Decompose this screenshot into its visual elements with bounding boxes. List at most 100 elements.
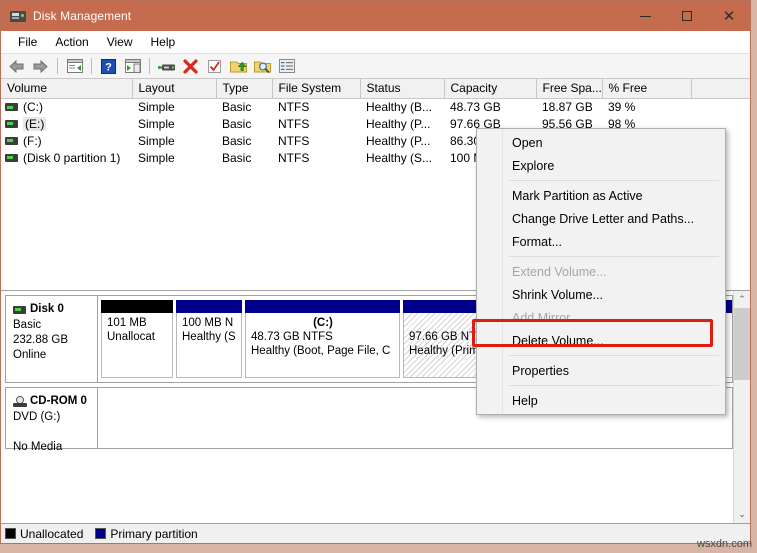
cell-type: Basic — [216, 98, 272, 115]
context-menu-item-format[interactable]: Format... — [477, 230, 725, 253]
column-header-free-space[interactable]: Free Spa... — [536, 79, 602, 98]
partition-c-drive[interactable]: (C:) 48.73 GB NTFS Healthy (Boot, Page F… — [245, 300, 400, 378]
disk-icon — [13, 306, 26, 314]
partition-unallocated[interactable]: 101 MB Unallocat — [101, 300, 173, 378]
folder-up-icon[interactable] — [227, 55, 250, 77]
forward-arrow-icon[interactable] — [29, 55, 52, 77]
partition-line1: 48.73 GB NTFS — [251, 330, 395, 344]
column-header-volume[interactable]: Volume — [1, 79, 132, 98]
partition-bar — [245, 300, 400, 313]
svg-text:?: ? — [105, 61, 112, 73]
cell-status: Healthy (S... — [360, 149, 444, 166]
cell-type: Basic — [216, 149, 272, 166]
rescan-disks-icon[interactable] — [155, 55, 178, 77]
partition-system-reserved[interactable]: 100 MB N Healthy (S — [176, 300, 242, 378]
menu-item-view[interactable]: View — [98, 33, 142, 51]
show-hide-action-pane-icon[interactable] — [121, 55, 144, 77]
cell-volume: (Disk 0 partition 1) — [1, 149, 132, 166]
disk0-type: Basic — [13, 318, 91, 333]
partition-bar — [176, 300, 242, 313]
volume-icon — [5, 103, 18, 111]
cdrom0-info[interactable]: CD-ROM 0 DVD (G:) No Media — [6, 388, 98, 448]
check-icon[interactable] — [203, 55, 226, 77]
partition-line2: Unallocat — [107, 330, 168, 344]
volume-icon — [5, 120, 18, 128]
context-menu-item-open[interactable]: Open — [477, 131, 725, 154]
context-menu-item-mark-partition-as-active[interactable]: Mark Partition as Active — [477, 184, 725, 207]
cell-layout: Simple — [132, 132, 216, 149]
column-header-percent-free[interactable]: % Free — [602, 79, 691, 98]
close-icon: ✕ — [723, 9, 736, 24]
scrollbar-track[interactable] — [734, 308, 750, 506]
cell-status: Healthy (P... — [360, 132, 444, 149]
cell-layout: Simple — [132, 149, 216, 166]
column-header-layout[interactable]: Layout — [132, 79, 216, 98]
context-menu-separator-4 — [509, 385, 719, 386]
context-menu-item-explore[interactable]: Explore — [477, 154, 725, 177]
cell-percent-free: 39 % — [602, 98, 691, 115]
partition-body: (C:) 48.73 GB NTFS Healthy (Boot, Page F… — [245, 313, 400, 378]
legend-item-unallocated: Unallocated — [5, 527, 83, 541]
toolbar-separator-2 — [91, 58, 92, 74]
cell-layout: Simple — [132, 115, 216, 132]
close-button[interactable]: ✕ — [708, 1, 750, 31]
column-header-blank[interactable] — [691, 79, 750, 98]
context-menu-separator-1 — [509, 180, 719, 181]
unallocated-swatch — [5, 528, 16, 539]
cell-status: Healthy (B... — [360, 98, 444, 115]
cell-type: Basic — [216, 115, 272, 132]
partition-line1: 101 MB — [107, 316, 168, 330]
context-menu-item-delete-volume[interactable]: Delete Volume... — [477, 329, 725, 352]
properties-list-icon[interactable] — [275, 55, 298, 77]
folder-search-icon[interactable] — [251, 55, 274, 77]
menu-bar: File Action View Help — [1, 31, 750, 53]
column-header-file-system[interactable]: File System — [272, 79, 360, 98]
scroll-up-arrow-icon[interactable]: ⌃ — [734, 291, 750, 308]
cell-volume: (E:) — [1, 115, 132, 132]
toolbar-separator-1 — [57, 58, 58, 74]
context-menu-item-help[interactable]: Help — [477, 389, 725, 412]
window-controls: ✕ — [624, 1, 750, 31]
cdrom0-name-row: CD-ROM 0 — [13, 394, 91, 409]
context-menu-item-extend-volume: Extend Volume... — [477, 260, 725, 283]
cell-file-system: NTFS — [272, 132, 360, 149]
show-hide-console-tree-icon[interactable] — [63, 55, 86, 77]
context-menu-item-shrink-volume[interactable]: Shrink Volume... — [477, 283, 725, 306]
scrollbar-thumb[interactable] — [734, 308, 750, 380]
vertical-scrollbar[interactable]: ⌃ ⌄ — [733, 291, 750, 523]
cell-file-system: NTFS — [272, 115, 360, 132]
context-menu[interactable]: Open Explore Mark Partition as Active Ch… — [476, 128, 726, 415]
cell-layout: Simple — [132, 98, 216, 115]
window-title: Disk Management — [33, 9, 131, 23]
legend-item-primary-partition: Primary partition — [95, 527, 197, 541]
cdrom0-status: No Media — [13, 440, 91, 455]
cell-volume: (F:) — [1, 132, 132, 149]
menu-item-action[interactable]: Action — [46, 33, 97, 51]
volume-icon — [5, 137, 18, 145]
scroll-down-arrow-icon[interactable]: ⌄ — [734, 506, 750, 523]
column-header-status[interactable]: Status — [360, 79, 444, 98]
column-header-capacity[interactable]: Capacity — [444, 79, 536, 98]
column-header-type[interactable]: Type — [216, 79, 272, 98]
disk0-status: Online — [13, 348, 91, 363]
context-menu-item-change-drive-letter-and-paths[interactable]: Change Drive Letter and Paths... — [477, 207, 725, 230]
legend-label-primary-partition: Primary partition — [110, 527, 197, 541]
minimize-button[interactable] — [624, 1, 666, 31]
toolbar: ? — [1, 53, 750, 79]
disk0-info[interactable]: Disk 0 Basic 232.88 GB Online — [6, 296, 98, 382]
maximize-button[interactable] — [666, 1, 708, 31]
title-bar: Disk Management ✕ — [1, 1, 750, 31]
help-icon[interactable]: ? — [97, 55, 120, 77]
disk0-size: 232.88 GB — [13, 333, 91, 348]
cell-free-space: 18.87 GB — [536, 98, 602, 115]
menu-item-help[interactable]: Help — [142, 33, 185, 51]
cdrom0-name: CD-ROM 0 — [30, 394, 87, 409]
context-menu-item-properties[interactable]: Properties — [477, 359, 725, 382]
delete-icon[interactable] — [179, 55, 202, 77]
legend-label-unallocated: Unallocated — [20, 527, 83, 541]
disk0-name-row: Disk 0 — [13, 302, 91, 317]
menu-item-file[interactable]: File — [9, 33, 46, 51]
back-arrow-icon[interactable] — [5, 55, 28, 77]
table-row[interactable]: (C:) Simple Basic NTFS Healthy (B... 48.… — [1, 98, 750, 115]
cell-file-system: NTFS — [272, 149, 360, 166]
